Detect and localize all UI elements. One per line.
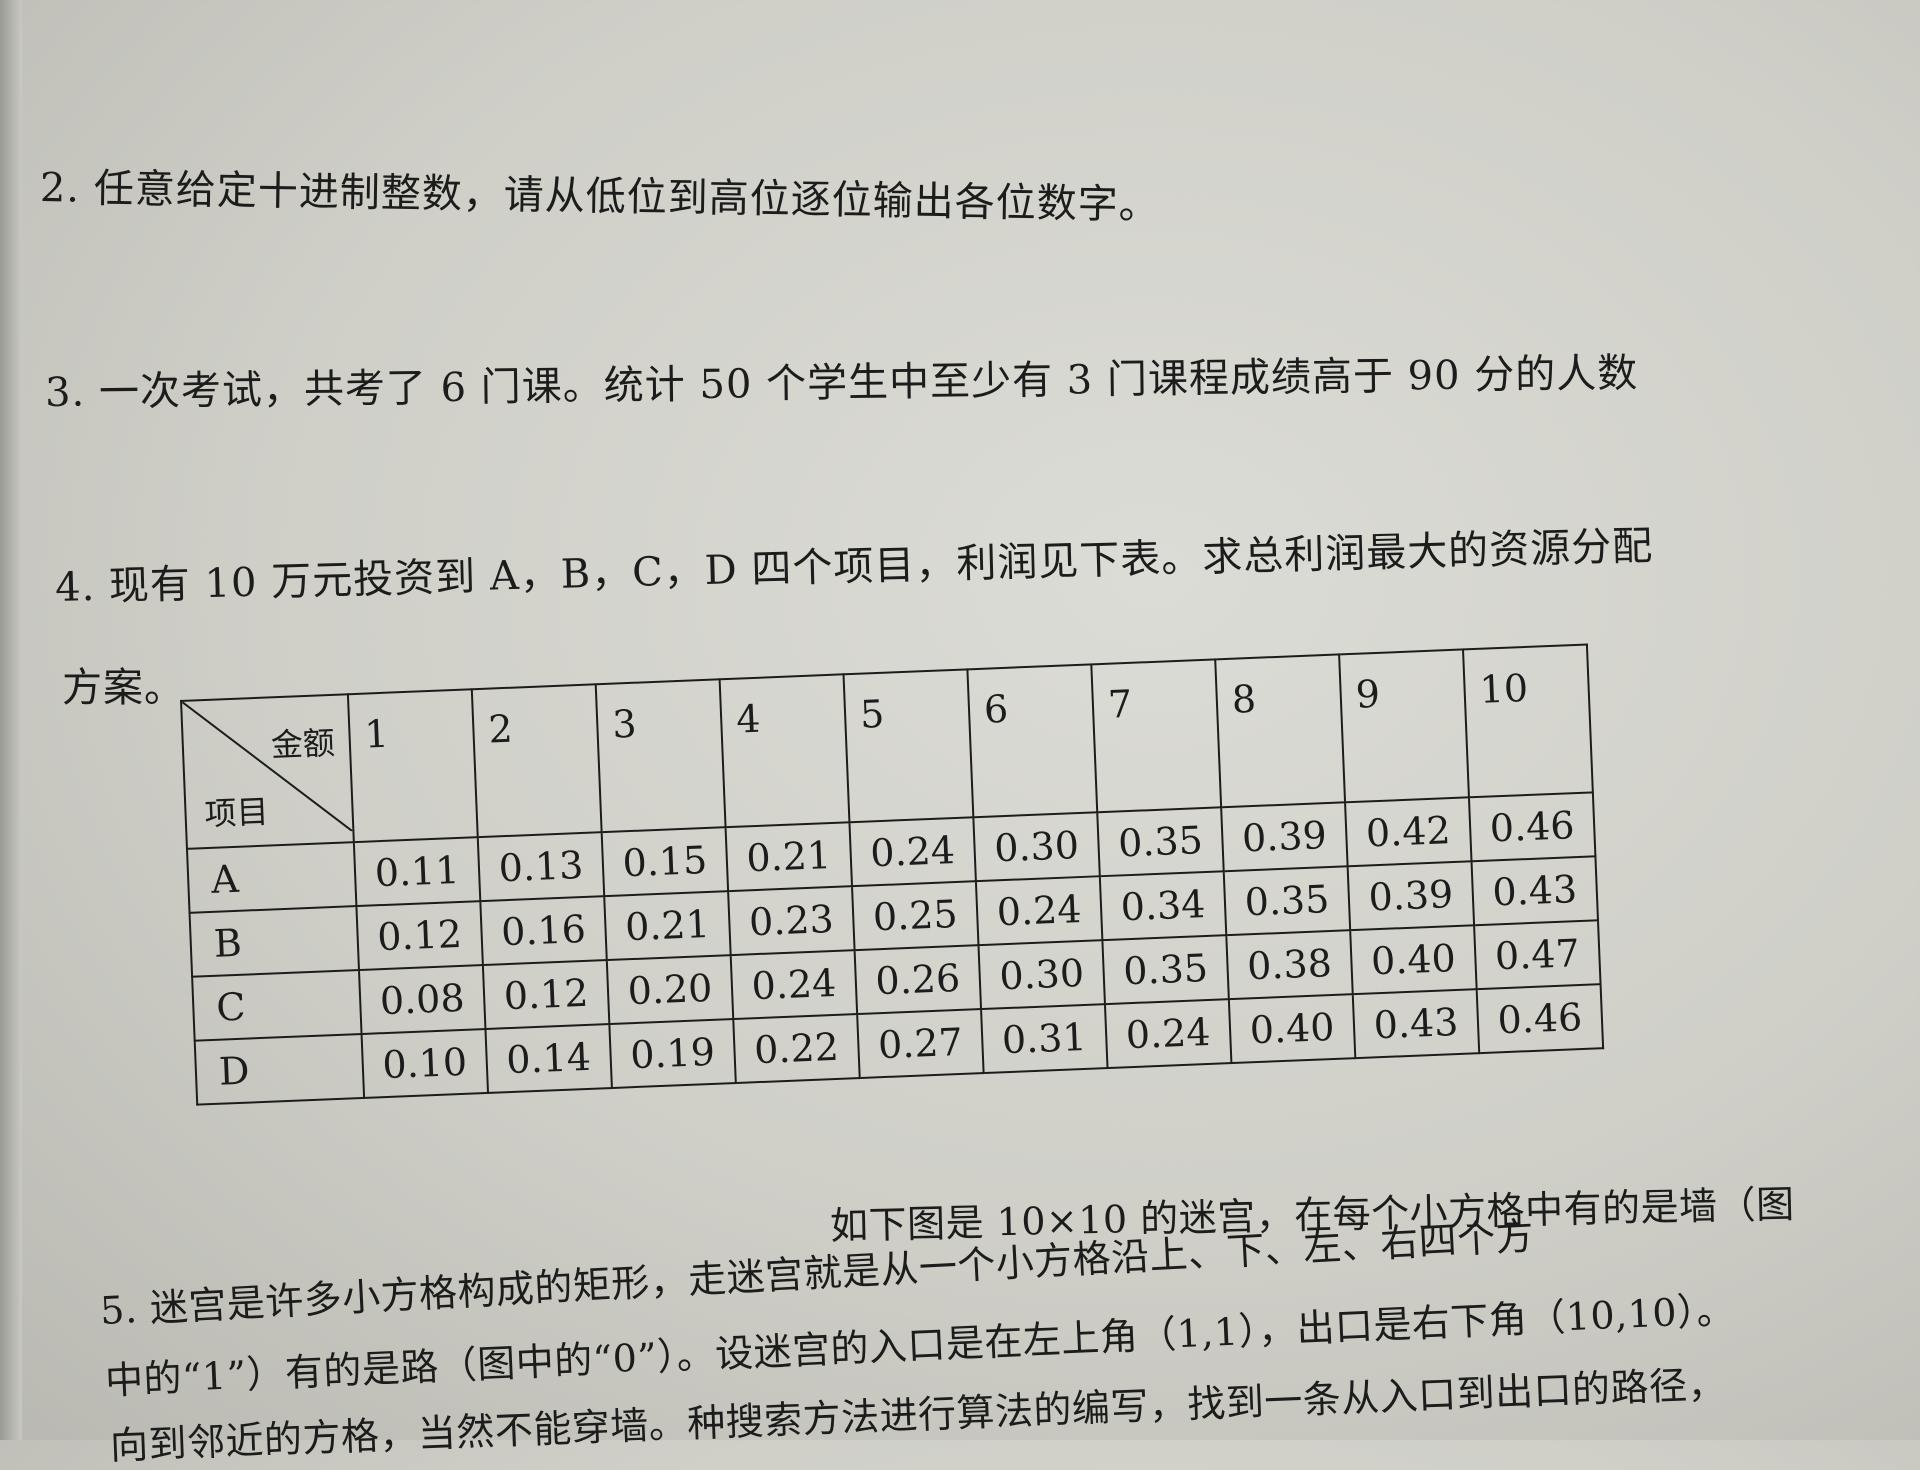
header-amount-1: 1 bbox=[347, 689, 478, 843]
table-cell: 0.19 bbox=[609, 1019, 736, 1088]
row-label: D bbox=[194, 1033, 365, 1105]
header-amount-8: 8 bbox=[1215, 654, 1346, 808]
table-corner-cell: 金额 项目 bbox=[181, 694, 354, 849]
table-cell: 0.12 bbox=[356, 901, 483, 971]
table-cell: 0.08 bbox=[358, 965, 486, 1034]
profit-table-wrapper: 金额 项目 1 2 3 4 5 6 7 8 9 10 A 0.11 0.13 0… bbox=[180, 643, 1604, 1105]
table-cell: 0.12 bbox=[482, 960, 610, 1030]
table-cell: 0.21 bbox=[604, 891, 731, 961]
table-cell: 0.30 bbox=[973, 812, 1100, 882]
table-cell: 0.10 bbox=[361, 1029, 489, 1098]
profit-table: 金额 项目 1 2 3 4 5 6 7 8 9 10 A 0.11 0.13 0… bbox=[180, 643, 1604, 1105]
page-edge-shadow bbox=[0, 0, 22, 1440]
question-2: 2. 任意给定十进制整数，请从低位到高位逐位输出各位数字。 bbox=[39, 165, 1161, 229]
header-amount-3: 3 bbox=[595, 679, 726, 833]
table-cell: 0.27 bbox=[857, 1009, 984, 1079]
table-cell: 0.21 bbox=[725, 822, 853, 892]
header-amount-2: 2 bbox=[471, 684, 602, 838]
question-4-line-1: 4. 现有 10 万元投资到 A，B，C，D 四个项目，利润见下表。求总利润最大… bbox=[54, 523, 1654, 611]
table-cell: 0.22 bbox=[733, 1014, 860, 1084]
header-amount-7: 7 bbox=[1091, 659, 1222, 813]
table-cell: 0.42 bbox=[1345, 797, 1472, 867]
table-cell: 0.46 bbox=[1476, 984, 1604, 1054]
table-cell: 0.26 bbox=[854, 945, 982, 1015]
header-amount-10: 10 bbox=[1463, 644, 1593, 798]
table-cell: 0.24 bbox=[849, 817, 976, 887]
row-label: B bbox=[189, 906, 359, 977]
table-cell: 0.38 bbox=[1226, 930, 1353, 1000]
row-label: A bbox=[186, 842, 357, 913]
header-amount-9: 9 bbox=[1339, 649, 1469, 803]
corner-label-amount: 金额 bbox=[270, 723, 336, 765]
header-amount-4: 4 bbox=[719, 674, 850, 828]
table-cell: 0.35 bbox=[1102, 935, 1229, 1005]
table-cell: 0.16 bbox=[480, 896, 607, 966]
header-amount-5: 5 bbox=[843, 669, 974, 823]
table-cell: 0.31 bbox=[981, 1004, 1108, 1074]
table-cell: 0.30 bbox=[978, 940, 1105, 1010]
table-cell: 0.13 bbox=[477, 832, 605, 902]
question-4-line-2: 方案。 bbox=[62, 665, 185, 711]
header-amount-6: 6 bbox=[967, 664, 1098, 818]
table-cell: 0.40 bbox=[1228, 994, 1356, 1064]
table-cell: 0.14 bbox=[485, 1024, 612, 1093]
table-cell: 0.11 bbox=[353, 837, 481, 907]
question-3: 3. 一次考试，共考了 6 门课。统计 50 个学生中至少有 3 门课程成绩高于… bbox=[44, 350, 1639, 416]
table-cell: 0.15 bbox=[601, 827, 729, 897]
table-cell: 0.24 bbox=[975, 876, 1103, 946]
table-cell: 0.35 bbox=[1097, 807, 1224, 877]
table-cell: 0.24 bbox=[1104, 999, 1232, 1069]
table-cell: 0.43 bbox=[1471, 856, 1598, 926]
row-label: C bbox=[192, 970, 362, 1041]
table-cell: 0.35 bbox=[1223, 866, 1351, 936]
table-cell: 0.39 bbox=[1221, 802, 1348, 872]
corner-label-project: 项目 bbox=[203, 792, 270, 834]
table-cell: 0.39 bbox=[1347, 861, 1475, 931]
table-cell: 0.25 bbox=[852, 881, 979, 951]
table-cell: 0.34 bbox=[1099, 871, 1227, 941]
table-cell: 0.43 bbox=[1352, 989, 1480, 1059]
table-cell: 0.20 bbox=[606, 955, 734, 1025]
table-cell: 0.23 bbox=[728, 886, 855, 956]
table-cell: 0.40 bbox=[1350, 925, 1477, 995]
table-cell: 0.47 bbox=[1474, 920, 1601, 990]
table-cell: 0.46 bbox=[1468, 792, 1596, 862]
table-cell: 0.24 bbox=[730, 950, 858, 1020]
